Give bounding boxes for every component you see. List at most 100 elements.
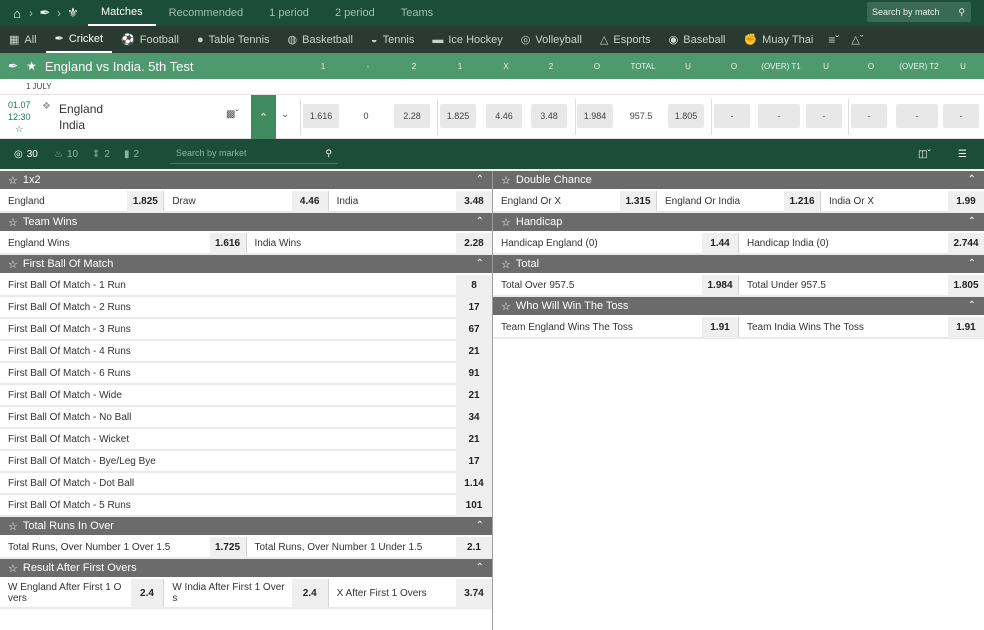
outcome-odd[interactable]: 67 xyxy=(456,318,492,340)
bet-outcome[interactable]: First Ball Of Match - Wicket 21 xyxy=(0,428,492,450)
outcome-odd[interactable]: 8 xyxy=(456,274,492,296)
trophy-icon[interactable]: ⚜ xyxy=(64,4,82,22)
bet-outcome[interactable]: First Ball Of Match - 4 Runs 21 xyxy=(0,340,492,362)
match-odd-cell[interactable]: - xyxy=(806,104,842,128)
favorite-star-icon[interactable]: ☆ xyxy=(501,216,511,229)
chevron-up-icon[interactable]: ⌃ xyxy=(968,216,976,227)
sport-all[interactable]: ▦ All xyxy=(0,26,46,53)
match-odd-cell[interactable]: 2.28 xyxy=(394,104,430,128)
bet-outcome[interactable]: W India After First 1 Over s 2.4 xyxy=(164,578,329,608)
outcome-odd[interactable]: 2.1 xyxy=(456,536,492,558)
match-odd-cell[interactable]: 1.984 xyxy=(577,104,613,128)
gamepad-dropdown-icon[interactable]: △ˇ xyxy=(851,33,863,46)
chevron-up-icon[interactable]: ⌃ xyxy=(968,174,976,185)
outcome-odd[interactable]: 1.216 xyxy=(784,190,820,212)
outcome-odd[interactable]: 4.46 xyxy=(291,190,328,212)
outcome-odd[interactable]: 17 xyxy=(456,296,492,318)
sport-basketball[interactable]: ◍ Basketball xyxy=(279,26,362,53)
chevron-up-icon[interactable]: ⌃ xyxy=(476,520,484,531)
bet-outcome[interactable]: W England After First 1 O vers 2.4 xyxy=(0,578,165,608)
outcome-odd[interactable]: 1.99 xyxy=(948,190,984,212)
outcome-odd[interactable]: 21 xyxy=(456,340,492,362)
outcome-odd[interactable]: 1.616 xyxy=(209,232,246,254)
favorite-star-icon[interactable]: ☆ xyxy=(8,258,18,271)
chevron-up-icon[interactable]: ⌃ xyxy=(476,258,484,269)
favorite-star-icon[interactable]: ☆ xyxy=(501,300,511,313)
sport-muay-thai[interactable]: ✊ Muay Thai xyxy=(734,26,822,53)
sport-table-tennis[interactable]: ● Table Tennis xyxy=(188,26,279,53)
outcome-odd[interactable]: 21 xyxy=(456,384,492,406)
market-header[interactable]: ☆ Handicap ⌃ xyxy=(493,213,984,233)
outcome-odd[interactable]: 1.44 xyxy=(702,232,738,254)
favorite-star-icon[interactable]: ☆ xyxy=(8,562,18,575)
outcome-odd[interactable]: 1.14 xyxy=(456,472,492,494)
match-odd-cell[interactable]: 3.48 xyxy=(531,104,567,128)
bet-outcome[interactable]: Team India Wins The Toss 1.91 xyxy=(739,316,984,338)
bet-outcome[interactable]: Total Under 957.5 1.805 xyxy=(739,274,984,296)
tab-teams[interactable]: Teams xyxy=(388,0,446,26)
market-header[interactable]: ☆ Total ⌃ xyxy=(493,255,984,275)
market-header[interactable]: ☆ Result After First Overs ⌃ xyxy=(0,559,492,579)
outcome-odd[interactable]: 3.48 xyxy=(455,190,492,212)
pin-icon[interactable]: ❖ xyxy=(42,101,51,112)
favorite-star-icon[interactable]: ☆ xyxy=(501,258,511,271)
cricket-bat-icon[interactable]: ✒ xyxy=(36,4,54,22)
bet-outcome[interactable]: India Or X 1.99 xyxy=(821,190,984,212)
sport-cricket[interactable]: ✒ Cricket xyxy=(45,26,113,53)
sport-baseball[interactable]: ◉ Baseball xyxy=(660,26,735,53)
outcome-odd[interactable]: 1.805 xyxy=(948,274,984,296)
collapse-all-icon[interactable]: ☰ xyxy=(958,139,967,169)
bet-outcome[interactable]: Total Runs, Over Number 1 Over 1.5 1.725 xyxy=(0,536,247,558)
filter-all[interactable]: ◎ 30 xyxy=(14,139,38,169)
outcome-odd[interactable]: 3.74 xyxy=(455,578,492,608)
tab-recommended[interactable]: Recommended xyxy=(156,0,257,26)
bet-outcome[interactable]: Handicap England (0) 1.44 xyxy=(493,232,739,254)
outcome-odd[interactable]: 2.744 xyxy=(948,232,984,254)
outcome-odd[interactable]: 21 xyxy=(456,428,492,450)
match-odd-cell[interactable]: 4.46 xyxy=(486,104,522,128)
bet-outcome[interactable]: X After First 1 Overs 3.74 xyxy=(329,578,492,608)
bet-outcome[interactable]: First Ball Of Match - Wide 21 xyxy=(0,384,492,406)
bet-outcome[interactable]: India Wins 2.28 xyxy=(247,232,492,254)
bet-outcome[interactable]: England Or India 1.216 xyxy=(657,190,821,212)
match-odd-cell[interactable]: - xyxy=(851,104,887,128)
bet-outcome[interactable]: First Ball Of Match - 3 Runs 67 xyxy=(0,318,492,340)
bet-outcome[interactable]: Draw 4.46 xyxy=(164,190,329,212)
outcome-odd[interactable]: 2.4 xyxy=(130,578,164,608)
favorite-star-icon[interactable]: ☆ xyxy=(501,174,511,187)
tab-2-period[interactable]: 2 period xyxy=(322,0,388,26)
match-odd-cell[interactable]: 1.805 xyxy=(668,104,704,128)
chevron-up-icon[interactable]: ⌃ xyxy=(476,216,484,227)
chevron-up-icon[interactable]: ⌃ xyxy=(968,300,976,311)
bet-outcome[interactable]: England 1.825 xyxy=(0,190,165,212)
outcome-odd[interactable]: 1.315 xyxy=(620,190,656,212)
outcome-odd[interactable]: 91 xyxy=(456,362,492,384)
market-search-input[interactable]: Search by market ⚲ xyxy=(170,143,338,164)
layout-toggle-icon[interactable]: ◫ˇ xyxy=(918,139,931,169)
tab-1-period[interactable]: 1 period xyxy=(256,0,322,26)
bet-outcome[interactable]: First Ball Of Match - 5 Runs 101 xyxy=(0,494,492,516)
bet-outcome[interactable]: England Or X 1.315 xyxy=(493,190,657,212)
outcome-odd[interactable]: 1.984 xyxy=(702,274,738,296)
market-header[interactable]: ☆ Double Chance ⌃ xyxy=(493,171,984,191)
bet-outcome[interactable]: First Ball Of Match - Dot Ball 1.14 xyxy=(0,472,492,494)
chevron-up-icon[interactable]: ⌃ xyxy=(968,258,976,269)
match-row[interactable]: 01.07 12:30 ☆ ❖ England India ▩ˇ ⌃ ⌄ 1.6… xyxy=(0,95,984,139)
home-icon[interactable]: ⌂ xyxy=(8,4,26,22)
market-header[interactable]: ☆ First Ball Of Match ⌃ xyxy=(0,255,492,275)
match-odd-cell[interactable]: 1.825 xyxy=(440,104,476,128)
bet-outcome[interactable]: England Wins 1.616 xyxy=(0,232,247,254)
sport-ice-hockey[interactable]: ▬ Ice Hockey xyxy=(423,26,511,53)
filter-hot[interactable]: ♨ 10 xyxy=(54,139,78,169)
bet-outcome[interactable]: First Ball Of Match - No Ball 34 xyxy=(0,406,492,428)
market-header[interactable]: ☆ 1x2 ⌃ xyxy=(0,171,492,191)
favorite-star-icon[interactable]: ☆ xyxy=(8,520,18,533)
bet-outcome[interactable]: First Ball Of Match - 2 Runs 17 xyxy=(0,296,492,318)
market-header[interactable]: ☆ Team Wins ⌃ xyxy=(0,213,492,233)
outcome-odd[interactable]: 34 xyxy=(456,406,492,428)
sport-esports[interactable]: △ Esports xyxy=(591,26,660,53)
chevron-down-icon[interactable]: ⌄ xyxy=(281,109,289,120)
bet-outcome[interactable]: Handicap India (0) 2.744 xyxy=(739,232,984,254)
favorite-star-icon[interactable]: ☆ xyxy=(8,174,18,187)
bet-outcome[interactable]: Total Runs, Over Number 1 Under 1.5 2.1 xyxy=(247,536,492,558)
